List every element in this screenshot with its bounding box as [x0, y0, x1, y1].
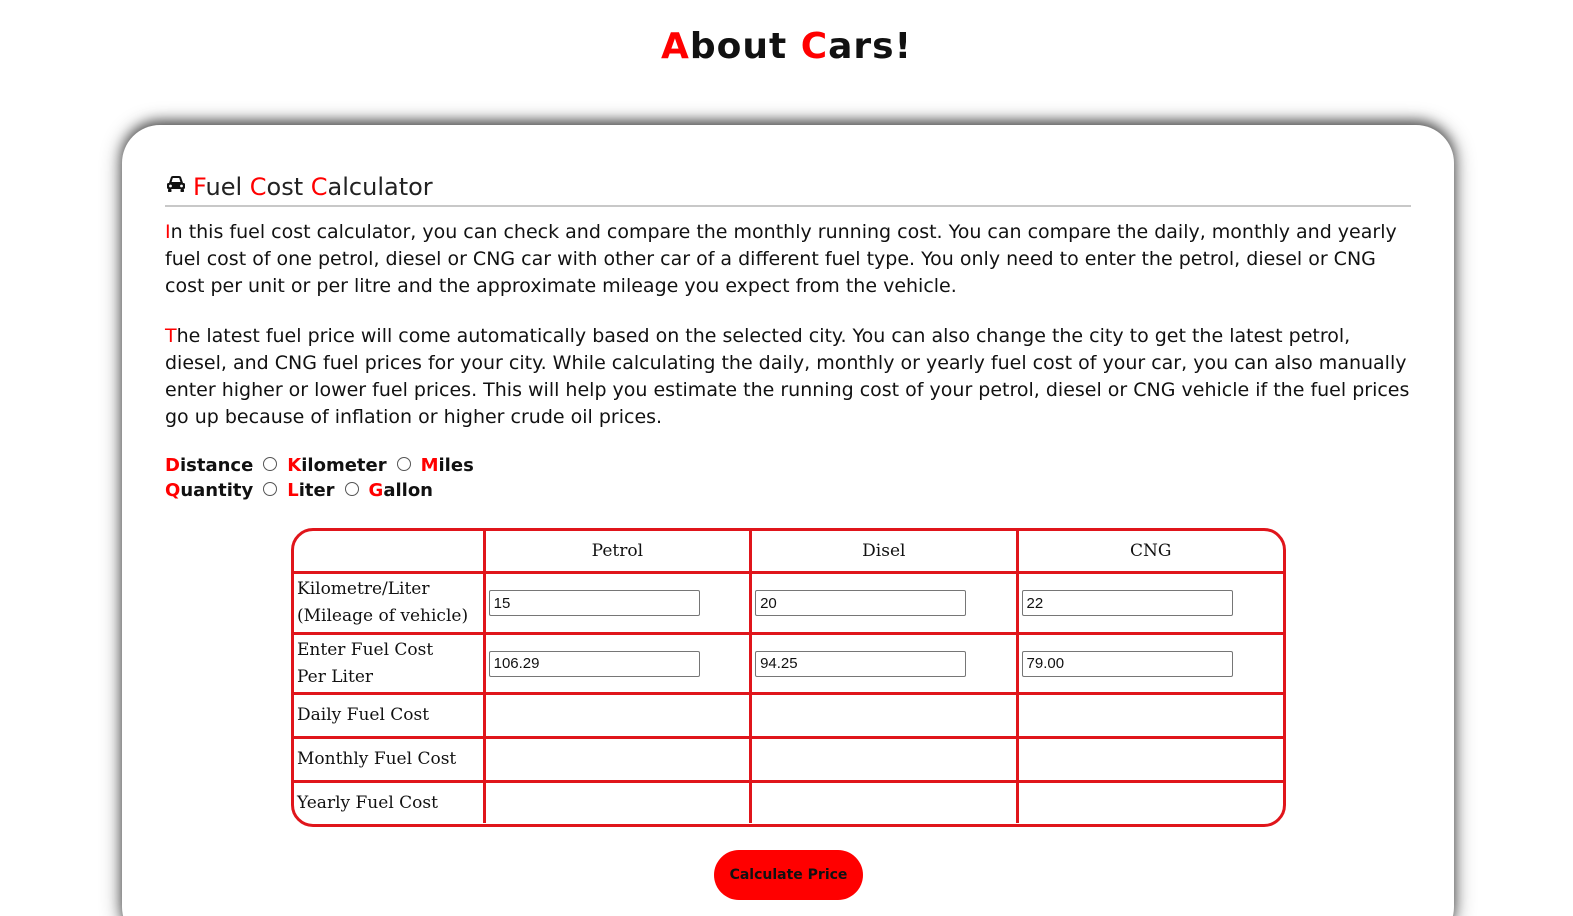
- table-header-row: Petrol Disel CNG: [294, 531, 1283, 574]
- daily-cost-diesel: [752, 695, 1019, 736]
- distance-label: Distance: [165, 455, 253, 476]
- row-label-line: Enter Fuel Cost: [297, 639, 434, 660]
- column-header-diesel: Disel: [752, 531, 1019, 571]
- label-letter: L: [287, 480, 299, 501]
- table-corner-cell: [294, 531, 486, 571]
- cost-cell-petrol: 106.29: [486, 635, 753, 692]
- site-title-letter-a: A: [660, 26, 690, 67]
- title-part: uel: [205, 173, 250, 201]
- label-text: allon: [383, 480, 433, 501]
- monthly-cost-petrol: [486, 739, 753, 780]
- label-text: iles: [438, 455, 474, 476]
- paragraph-first-letter: T: [165, 325, 177, 347]
- fuel-cost-table: Petrol Disel CNG Kilometre/Liter (Mileage…: [291, 528, 1286, 827]
- paragraph-text: n this fuel cost calculator, you can che…: [165, 221, 1397, 297]
- miles-radio[interactable]: [396, 456, 411, 471]
- label-text: istance: [179, 455, 254, 476]
- yearly-cost-cng: [1019, 783, 1283, 823]
- calculate-price-button[interactable]: Calculate Price: [714, 850, 863, 900]
- petrol-cost-input[interactable]: 106.29: [488, 650, 700, 677]
- table-row-monthly: Monthly Fuel Cost: [294, 739, 1283, 783]
- site-title-letter-c: C: [800, 26, 829, 67]
- quantity-label: Quantity: [165, 480, 253, 501]
- liter-option[interactable]: Liter: [263, 480, 335, 501]
- mileage-cell-diesel: 20: [752, 574, 1019, 632]
- row-label-mileage: Kilometre/Liter (Mileage of vehicle): [294, 574, 486, 632]
- diesel-mileage-input[interactable]: 20: [755, 590, 967, 616]
- gallon-radio[interactable]: [344, 481, 359, 496]
- mileage-cell-cng: 22: [1019, 574, 1283, 632]
- price-paragraph: The latest fuel price will come automati…: [165, 323, 1415, 431]
- title-letter: C: [249, 173, 267, 201]
- mileage-cell-petrol: 15: [486, 574, 753, 632]
- quantity-row: Quantity Liter Gallon: [165, 478, 484, 503]
- calculator-header: Fuel Cost Calculator: [165, 169, 1411, 207]
- row-label-line: Per Liter: [297, 666, 374, 687]
- row-label-monthly: Monthly Fuel Cost: [294, 739, 486, 780]
- intro-paragraph: In this fuel cost calculator, you can ch…: [165, 219, 1415, 300]
- distance-row: Distance Kilometer Miles: [165, 453, 484, 478]
- gallon-option[interactable]: Gallon: [344, 480, 433, 501]
- title-part: ost: [266, 173, 311, 201]
- unit-selector: Distance Kilometer Miles Quantity Liter …: [165, 453, 484, 503]
- monthly-cost-cng: [1019, 739, 1283, 780]
- label-text: uantity: [180, 480, 254, 501]
- table-row-fuel-cost: Enter Fuel Cost Per Liter 106.29 94.25 79…: [294, 635, 1283, 695]
- table-row-mileage: Kilometre/Liter (Mileage of vehicle) 15 2…: [294, 574, 1283, 635]
- site-title: About Cars!: [0, 26, 1573, 67]
- row-label-yearly: Yearly Fuel Cost: [294, 783, 486, 823]
- site-title-part: bout: [689, 26, 801, 67]
- calculator-card: Fuel Cost Calculator In this fuel cost c…: [122, 125, 1454, 916]
- kilometer-option[interactable]: Kilometer: [263, 455, 387, 476]
- label-letter: D: [165, 455, 180, 476]
- cost-cell-cng: 79.00: [1019, 635, 1283, 692]
- diesel-cost-input[interactable]: 94.25: [755, 650, 967, 677]
- petrol-mileage-input[interactable]: 15: [488, 590, 700, 616]
- car-icon: [165, 174, 187, 194]
- cng-cost-input[interactable]: 79.00: [1021, 650, 1233, 677]
- daily-cost-petrol: [486, 695, 753, 736]
- row-label-daily: Daily Fuel Cost: [294, 695, 486, 736]
- cost-cell-diesel: 94.25: [752, 635, 1019, 692]
- monthly-cost-diesel: [752, 739, 1019, 780]
- table-row-yearly: Yearly Fuel Cost: [294, 783, 1283, 823]
- column-header-cng: CNG: [1130, 541, 1172, 561]
- title-part: alculator: [327, 173, 433, 201]
- row-label-line: Kilometre/Liter: [297, 579, 430, 599]
- yearly-cost-diesel: [752, 783, 1019, 823]
- row-label-fuel-cost: Enter Fuel Cost Per Liter: [294, 635, 486, 692]
- row-label-line: (Mileage of vehicle): [297, 606, 469, 626]
- liter-radio[interactable]: [263, 481, 278, 496]
- label-text: iter: [298, 480, 335, 501]
- paragraph-text: he latest fuel price will come automatic…: [165, 325, 1410, 428]
- label-letter: K: [287, 455, 302, 476]
- miles-option[interactable]: Miles: [396, 455, 474, 476]
- title-letter: F: [193, 173, 206, 201]
- table-row-daily: Daily Fuel Cost: [294, 695, 1283, 739]
- title-letter: C: [310, 173, 328, 201]
- label-letter: Q: [165, 480, 181, 501]
- kilometer-radio[interactable]: [263, 456, 278, 471]
- column-header-petrol: Petrol: [486, 531, 753, 571]
- site-title-part: ars!: [828, 26, 913, 67]
- cng-mileage-input[interactable]: 22: [1021, 590, 1233, 616]
- daily-cost-cng: [1019, 695, 1283, 736]
- yearly-cost-petrol: [486, 783, 753, 823]
- label-letter: G: [368, 480, 384, 501]
- label-text: ilometer: [301, 455, 387, 476]
- calculator-title: Fuel Cost Calculator: [193, 173, 433, 201]
- label-letter: M: [420, 455, 439, 476]
